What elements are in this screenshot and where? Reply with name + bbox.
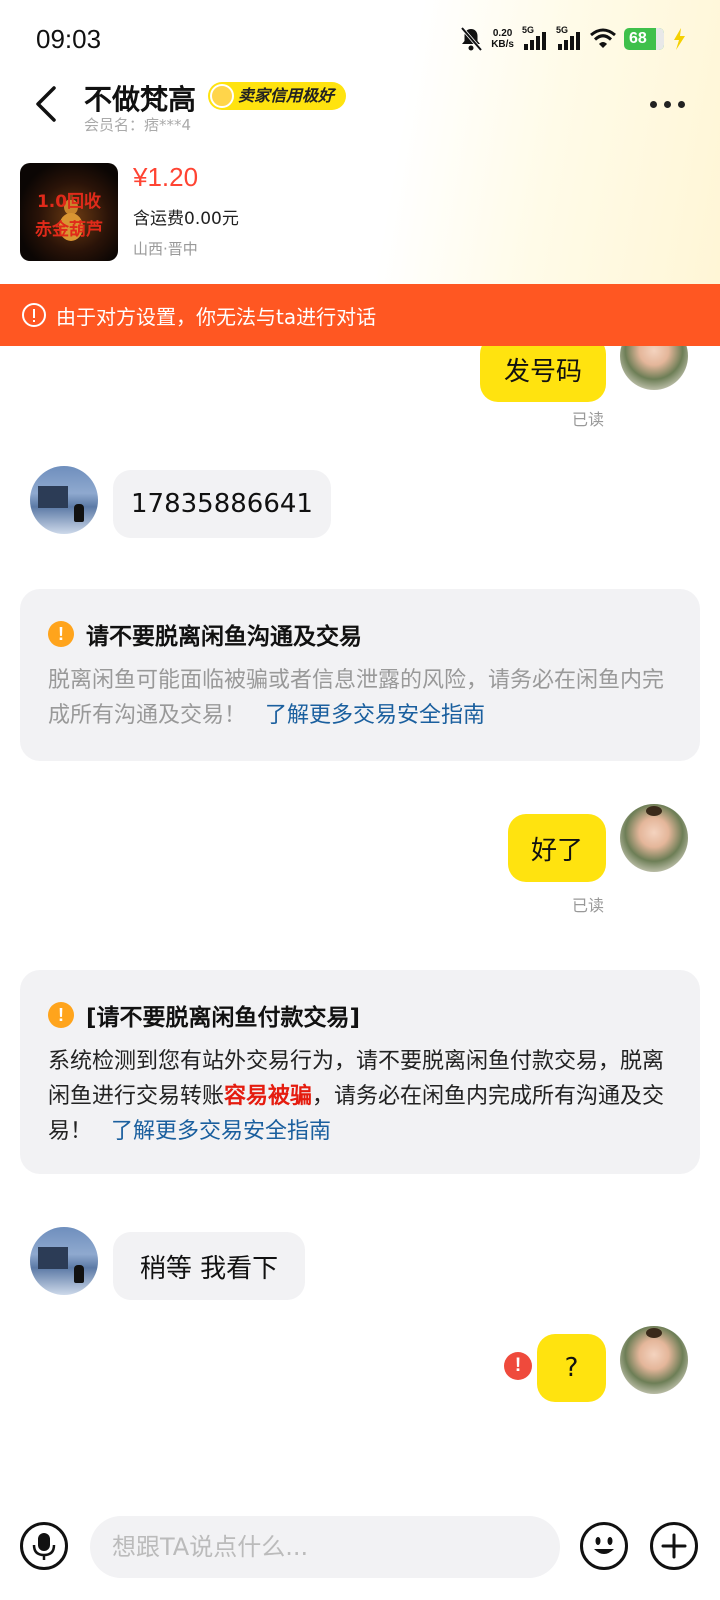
- notice-title-text: 请不要脱离闲鱼沟通及交易: [86, 624, 362, 650]
- back-button[interactable]: [28, 82, 68, 126]
- more-dot-icon: [664, 100, 671, 108]
- chat-thread[interactable]: 发号码 已读 17835886641 ! 请不要脱离闲鱼沟通及交易 脱离闲鱼可能…: [0, 346, 720, 1496]
- send-failed-icon[interactable]: !: [504, 1352, 532, 1380]
- product-price: ¥1.20: [133, 162, 199, 192]
- my-avatar[interactable]: [620, 346, 688, 390]
- thumbnail-text-line1: 1.0回收: [36, 192, 102, 212]
- bell-muted-icon: [460, 26, 483, 52]
- status-bar: 09:03 0.20 KB/s 5G 5G 68: [0, 0, 720, 78]
- notice-body: 系统检测到您有站外交易行为，请不要脱离闲鱼付款交易，脱离闲鱼进行交易转账容易被骗…: [48, 1044, 672, 1149]
- credit-badge[interactable]: 卖家信用极好: [208, 82, 347, 110]
- status-icons: 0.20 KB/s 5G 5G 68: [459, 22, 686, 56]
- notice-title-text: [请不要脱离闲鱼付款交易]: [86, 1005, 361, 1031]
- thumbnail-text-line2: 赤金葫芦: [35, 220, 103, 240]
- more-options-button[interactable]: [650, 94, 694, 114]
- read-status: 已读: [572, 410, 605, 429]
- warning-icon: !: [48, 1002, 74, 1028]
- input-bar: [0, 1500, 720, 1600]
- message-text: 稍等 我看下: [139, 1253, 279, 1284]
- plus-icon: [661, 1533, 687, 1559]
- battery-level: 68: [629, 30, 647, 47]
- message-input[interactable]: [90, 1516, 560, 1578]
- member-name: 会员名：痞***4: [84, 116, 192, 134]
- seller-avatar[interactable]: [30, 1227, 98, 1295]
- message-text: ?: [564, 1353, 579, 1383]
- product-thumbnail[interactable]: 1.0回收 赤金葫芦: [20, 163, 118, 261]
- more-dot-icon: [650, 100, 657, 108]
- net-speed-value: 0.20: [492, 28, 513, 39]
- sim1-label: 5G: [522, 25, 535, 35]
- more-dot-icon: [678, 100, 685, 108]
- microphone-icon: [32, 1533, 56, 1560]
- smile-emoji-icon: [210, 84, 234, 108]
- product-shipping: 含运费0.00元: [133, 209, 239, 229]
- notice-body: 脱离闲鱼可能面临被骗或者信息泄露的风险，请务必在闲鱼内完成所有沟通及交易！ 了解…: [48, 663, 672, 733]
- charging-bolt-icon: [674, 28, 685, 50]
- notice-title: ! [请不要脱离闲鱼付款交易]: [48, 998, 672, 1032]
- message-bubble-other[interactable]: 稍等 我看下: [113, 1232, 305, 1300]
- message-bubble-mine[interactable]: ?: [537, 1334, 606, 1402]
- sim2-label: 5G: [556, 25, 569, 35]
- emoji-button[interactable]: [580, 1522, 628, 1570]
- battery-icon: 68: [624, 28, 664, 50]
- safety-guide-link[interactable]: 了解更多交易安全指南: [265, 703, 485, 728]
- info-circle-icon: [22, 303, 46, 327]
- product-location: 山西·晋中: [133, 240, 198, 258]
- chat-restricted-alert: 由于对方设置，你无法与ta进行对话: [0, 284, 720, 346]
- my-avatar[interactable]: [620, 804, 688, 872]
- net-speed: 0.20 KB/s: [491, 28, 514, 50]
- seller-name[interactable]: 不做梵高: [84, 78, 196, 118]
- message-text: 好了: [530, 835, 583, 866]
- my-avatar[interactable]: [620, 1326, 688, 1394]
- net-speed-unit: KB/s: [491, 39, 514, 50]
- message-bubble-mine[interactable]: 发号码: [480, 346, 606, 402]
- add-more-button[interactable]: [650, 1522, 698, 1570]
- signal-sim2-icon: 5G: [556, 25, 582, 52]
- notice-title: ! 请不要脱离闲鱼沟通及交易: [48, 617, 672, 651]
- fraud-risk-highlight: 容易被骗: [224, 1084, 313, 1109]
- seller-avatar[interactable]: [30, 466, 98, 534]
- payment-warning-card: ! [请不要脱离闲鱼付款交易] 系统检测到您有站外交易行为，请不要脱离闲鱼付款交…: [20, 970, 700, 1174]
- smiley-icon: [594, 1537, 614, 1554]
- credit-badge-label: 卖家信用极好: [238, 86, 335, 105]
- chevron-left-icon: [36, 86, 56, 122]
- message-text: 发号码: [503, 356, 582, 387]
- message-bubble-other[interactable]: 17835886641: [113, 470, 331, 538]
- alert-text: 由于对方设置，你无法与ta进行对话: [56, 304, 377, 329]
- voice-button[interactable]: [20, 1522, 68, 1570]
- status-time: 09:03: [36, 24, 102, 54]
- signal-sim1-icon: 5G: [522, 25, 548, 52]
- read-status: 已读: [572, 896, 605, 915]
- safety-guide-link[interactable]: 了解更多交易安全指南: [111, 1119, 331, 1144]
- send-failed-mark: !: [514, 1355, 522, 1376]
- message-bubble-mine[interactable]: 好了: [508, 814, 606, 882]
- message-text: 17835886641: [131, 489, 313, 519]
- warning-icon: !: [48, 621, 74, 647]
- safety-notice-card: ! 请不要脱离闲鱼沟通及交易 脱离闲鱼可能面临被骗或者信息泄露的风险，请务必在闲…: [20, 589, 700, 761]
- wifi-icon: [590, 28, 616, 48]
